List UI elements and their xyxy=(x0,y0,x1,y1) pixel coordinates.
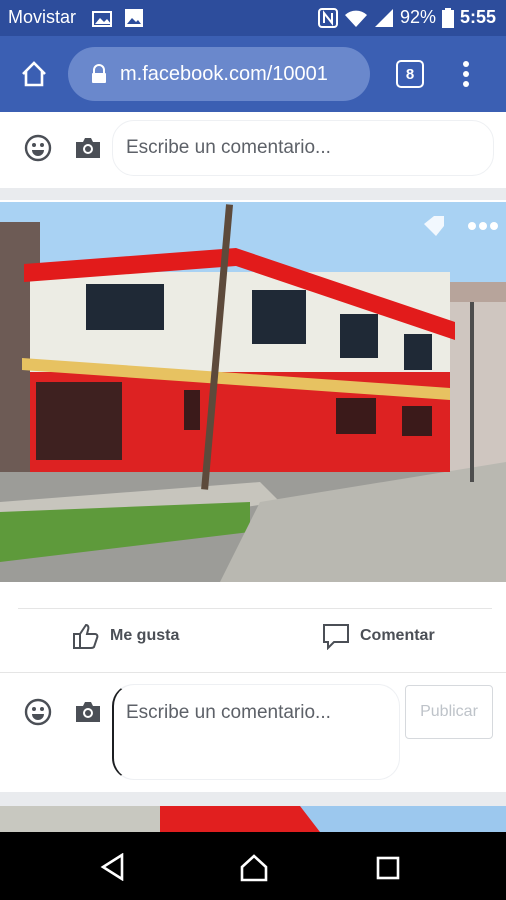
comment-placeholder: Escribe un comentario... xyxy=(126,702,331,723)
notification-image-icon xyxy=(92,11,112,27)
post-photo[interactable] xyxy=(0,202,506,582)
signal-icon xyxy=(374,8,393,27)
status-bar: Movistar 92% 5:55 xyxy=(0,0,506,36)
browser-toolbar: m.facebook.com/10001 8 xyxy=(0,36,506,112)
next-post-card xyxy=(0,806,506,832)
divider xyxy=(18,608,492,609)
camera-icon[interactable] xyxy=(72,696,104,728)
system-navigation-bar xyxy=(0,832,506,900)
comment-placeholder: Escribe un comentario... xyxy=(126,137,331,158)
nfc-icon xyxy=(317,7,338,28)
overflow-menu-icon[interactable] xyxy=(452,58,480,90)
carrier-name: Movistar xyxy=(8,7,77,27)
emoji-icon[interactable] xyxy=(22,696,54,728)
emoji-icon[interactable] xyxy=(22,132,54,164)
thumbs-up-icon xyxy=(73,623,99,649)
clock: 5:55 xyxy=(459,7,496,27)
more-options-icon[interactable] xyxy=(468,222,498,230)
like-label: Me gusta xyxy=(110,627,180,644)
battery-percent: 92% xyxy=(399,7,436,27)
publish-label: Publicar xyxy=(420,703,478,720)
battery-icon xyxy=(441,7,454,28)
notification-icons xyxy=(92,8,144,28)
comment-button[interactable]: Comentar xyxy=(322,622,435,650)
comment-input[interactable]: Escribe un comentario... xyxy=(112,120,494,176)
tab-count: 8 xyxy=(405,65,415,83)
like-button[interactable]: Me gusta xyxy=(72,622,179,650)
lock-icon xyxy=(92,64,106,83)
comment-label: Comentar xyxy=(360,627,435,644)
home-icon[interactable] xyxy=(16,56,52,92)
recents-icon[interactable] xyxy=(374,854,402,882)
back-icon[interactable] xyxy=(98,852,128,882)
publish-button[interactable]: Publicar xyxy=(405,685,493,739)
tab-switcher-button[interactable]: 8 xyxy=(396,60,424,88)
address-bar[interactable]: m.facebook.com/10001 xyxy=(68,47,370,101)
comment-input[interactable]: Escribe un comentario... xyxy=(112,684,400,780)
comment-bubble-icon xyxy=(323,624,349,650)
next-post-photo[interactable] xyxy=(0,806,506,832)
divider xyxy=(0,672,506,673)
url-text: m.facebook.com/10001 xyxy=(120,62,328,85)
gallery-icon xyxy=(125,9,143,27)
comment-composer-top: Escribe un comentario... xyxy=(0,112,506,188)
home-nav-icon[interactable] xyxy=(238,852,270,884)
wifi-icon xyxy=(344,10,367,27)
post-card: Me gusta Comentar Escribe un comentario.… xyxy=(0,200,506,792)
camera-icon[interactable] xyxy=(72,132,104,164)
